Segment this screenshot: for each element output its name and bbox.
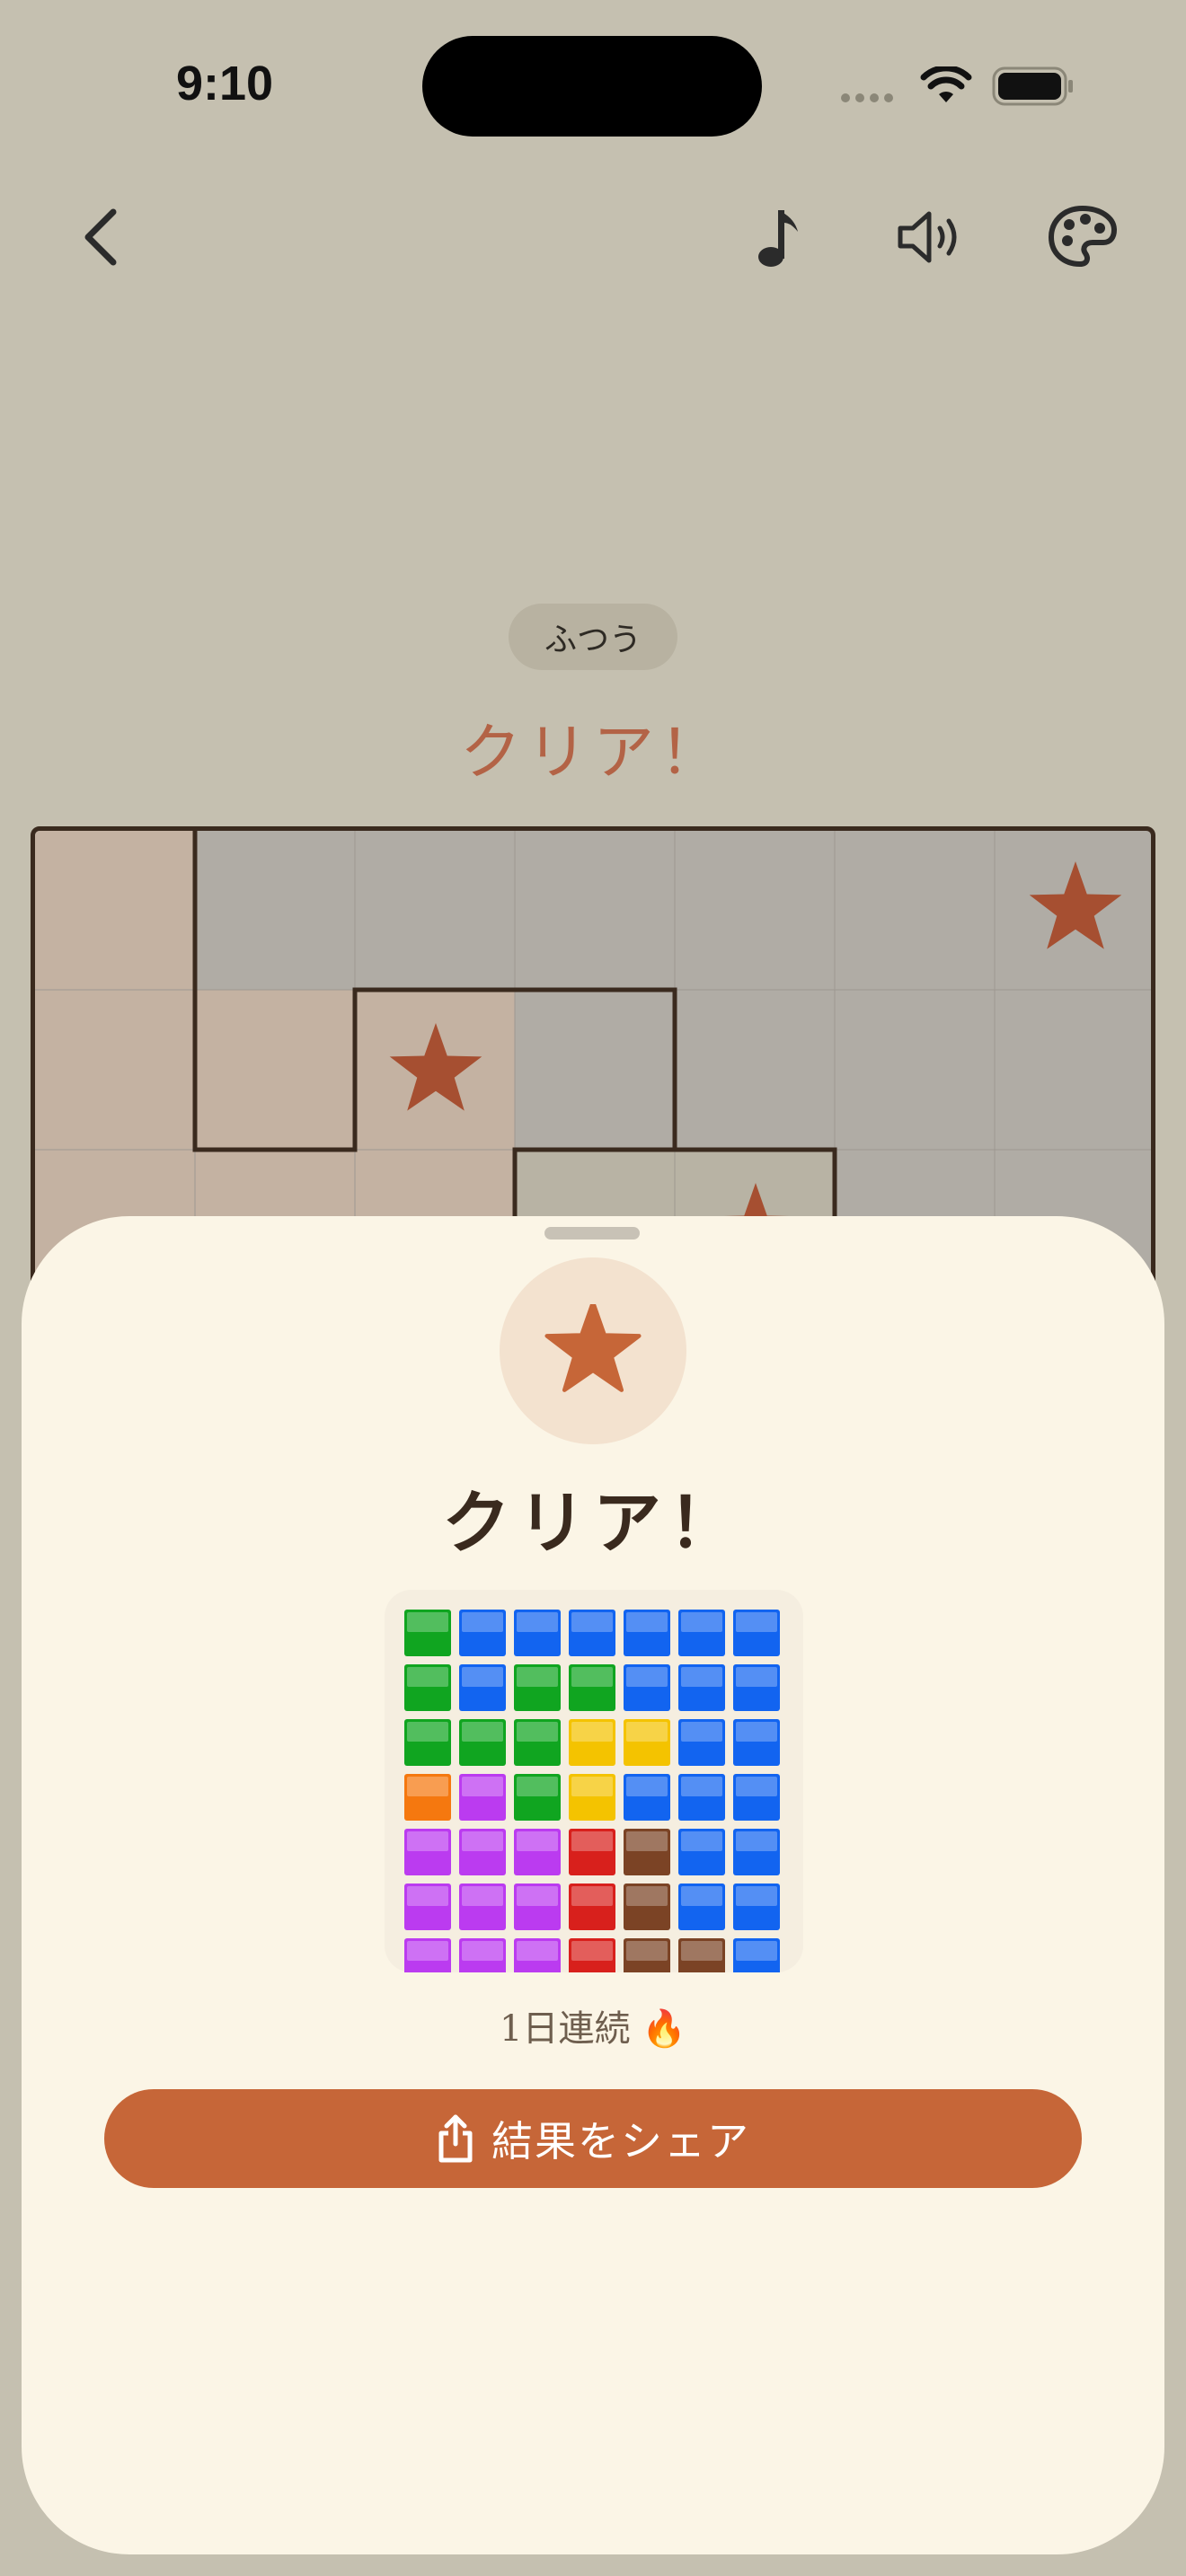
music-button[interactable] bbox=[757, 205, 803, 269]
mosaic-tile bbox=[733, 1719, 780, 1766]
mosaic-tile bbox=[569, 1883, 615, 1930]
star-badge bbox=[500, 1257, 686, 1444]
mosaic-tile bbox=[459, 1719, 506, 1766]
mosaic-tile bbox=[624, 1774, 670, 1821]
mosaic-tile bbox=[404, 1610, 451, 1656]
mosaic-tile bbox=[733, 1774, 780, 1821]
share-result-button[interactable]: 結果をシェア bbox=[104, 2089, 1082, 2188]
mosaic-tile bbox=[733, 1938, 780, 1985]
mosaic-tile bbox=[569, 1938, 615, 1985]
mosaic-tile bbox=[678, 1610, 725, 1656]
mosaic-tile bbox=[514, 1774, 561, 1821]
mosaic-tile bbox=[678, 1938, 725, 1985]
wifi-icon bbox=[920, 66, 972, 102]
difficulty-badge: ふつう bbox=[509, 604, 677, 670]
streak-text: 1日連続 🔥 bbox=[500, 2008, 686, 2050]
mosaic-tile bbox=[514, 1610, 561, 1656]
mosaic-tile bbox=[514, 1664, 561, 1711]
mosaic-tile bbox=[404, 1774, 451, 1821]
mosaic-tile bbox=[624, 1719, 670, 1766]
mosaic-tile bbox=[404, 1883, 451, 1930]
mosaic-tile bbox=[514, 1829, 561, 1875]
mosaic-tile bbox=[459, 1664, 506, 1711]
sound-button[interactable] bbox=[895, 208, 967, 266]
mosaic-tile bbox=[404, 1664, 451, 1711]
mosaic-tile bbox=[624, 1883, 670, 1930]
mosaic-tile bbox=[733, 1610, 780, 1656]
mosaic-tile bbox=[404, 1829, 451, 1875]
mosaic-tile bbox=[569, 1829, 615, 1875]
share-button-label: 結果をシェア bbox=[491, 2117, 750, 2166]
back-button[interactable] bbox=[75, 205, 126, 269]
mosaic-tile bbox=[624, 1829, 670, 1875]
mosaic-tile bbox=[624, 1610, 670, 1656]
mosaic-tile bbox=[404, 1719, 451, 1766]
mosaic-tile bbox=[733, 1664, 780, 1711]
mosaic-tile bbox=[624, 1664, 670, 1711]
dynamic-island bbox=[422, 36, 762, 137]
mosaic-tile bbox=[569, 1719, 615, 1766]
board-clear-title: クリア！ bbox=[459, 718, 726, 789]
mosaic-tile bbox=[459, 1774, 506, 1821]
mosaic-tile bbox=[514, 1719, 561, 1766]
mosaic-tile bbox=[678, 1719, 725, 1766]
mosaic-tile bbox=[678, 1883, 725, 1930]
mosaic-tile bbox=[459, 1829, 506, 1875]
star-icon bbox=[544, 1304, 642, 1392]
mosaic-tile bbox=[459, 1938, 506, 1985]
result-mosaic bbox=[385, 1590, 803, 1985]
mosaic-tile bbox=[569, 1610, 615, 1656]
palette-button[interactable] bbox=[1048, 205, 1118, 268]
mosaic-tile bbox=[514, 1938, 561, 1985]
cellular-signal-icon bbox=[841, 93, 893, 102]
mosaic-tile bbox=[514, 1883, 561, 1930]
mosaic-tile bbox=[624, 1938, 670, 1985]
mosaic-tile bbox=[459, 1610, 506, 1656]
status-time: 9:10 bbox=[176, 57, 274, 110]
mosaic-tile bbox=[733, 1883, 780, 1930]
mosaic-tile bbox=[678, 1664, 725, 1711]
mosaic-tile bbox=[569, 1774, 615, 1821]
mosaic-tile bbox=[569, 1664, 615, 1711]
mosaic-tile bbox=[733, 1829, 780, 1875]
share-icon bbox=[438, 2114, 473, 2163]
mosaic-tile bbox=[678, 1774, 725, 1821]
mosaic-tile bbox=[678, 1829, 725, 1875]
battery-icon bbox=[992, 66, 1073, 106]
mosaic-tile bbox=[459, 1883, 506, 1930]
result-title: クリア！ bbox=[442, 1483, 744, 1563]
sheet-grabber[interactable] bbox=[544, 1227, 640, 1239]
mosaic-tile bbox=[404, 1938, 451, 1985]
